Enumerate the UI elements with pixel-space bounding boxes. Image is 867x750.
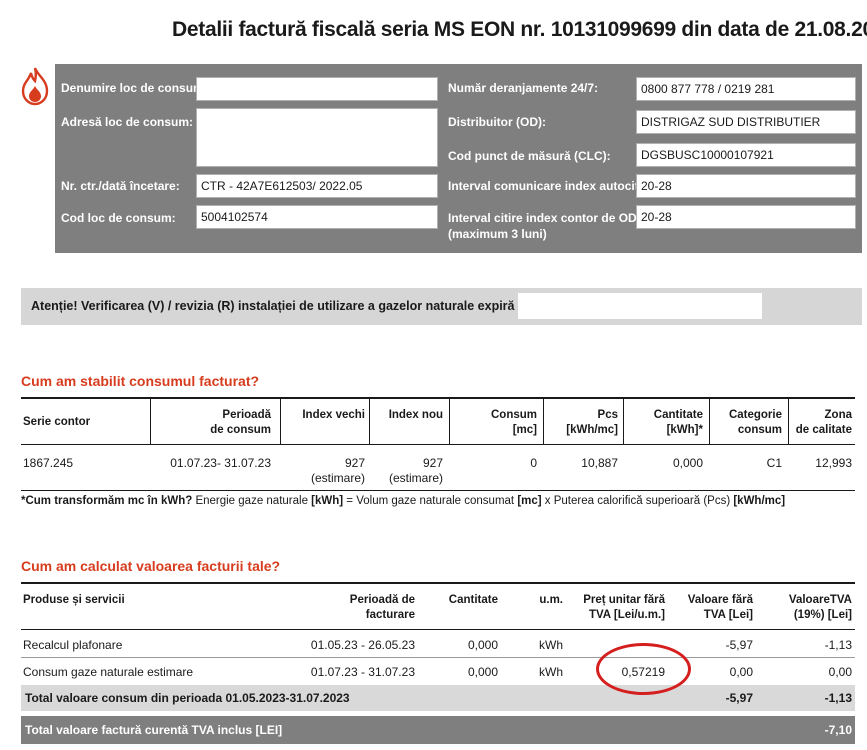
col-header-products: Produse și servicii [23,594,125,606]
column-separator [280,397,281,444]
value-cell: -5,97 [725,638,753,652]
table-top-rule [21,397,855,399]
quantity-cell: 0,000 [672,456,703,470]
info-label: Număr deranjamente 24/7: [448,81,599,95]
invoice-total-row: Total valoare factură curentă TVA inclus… [21,716,855,744]
page-title: Detalii factură fiscală seria MS EON nr.… [172,18,867,41]
vat-cell: 0,00 [828,665,852,679]
consumption-place-code-field: 5004102574 [196,205,438,229]
consumption-place-name-field [196,77,438,101]
old-index-cell: 927 [344,456,365,470]
quantity-cell: 0,000 [467,665,498,679]
info-label: Interval comunicare index autocitit: [448,179,651,193]
col-header-quantity: Cantitate [448,594,498,606]
column-separator [623,397,624,444]
contract-number-field: CTR - 42A7E612503/ 2022.05 [196,174,438,198]
col-header-pcs: Pcs [kWh/mc] [566,409,618,436]
column-separator [369,397,370,444]
pcs-cell: 10,887 [581,456,618,470]
col-header-vat: ValoareTVA (19%) [Lei] [788,594,852,621]
col-header-category: Categorie consum [728,409,782,436]
info-label: (maximum 3 luni) [448,227,547,241]
quantity-cell: 0,000 [467,638,498,652]
self-reading-interval-field: 20-28 [636,174,856,198]
col-header-quality-zone: Zona de calitate [795,409,852,436]
column-separator [709,397,710,444]
attention-text: Atenție! Verificarea (V) / revizia (R) i… [31,299,529,313]
invoice-total-value: -7,10 [824,723,852,737]
info-label: Cod loc de consum: [61,211,176,225]
info-label: Interval citire index contor de OD: [448,211,641,225]
col-header-value: Valoare fără TVA [Lei] [687,594,753,621]
col-header-billing-period: Perioadă de facturare [349,594,415,621]
invoice-total-label: Total valoare factură curentă TVA inclus… [25,723,283,737]
vat-cell: -1,13 [824,638,852,652]
column-separator [150,397,151,444]
total-consumption-vat: -1,13 [824,691,852,705]
flame-icon [21,67,49,106]
consumption-section-title: Cum am stabilit consumul facturat? [21,373,260,389]
header-rule [21,629,855,630]
period-cell: 01.07.23- 31.07.23 [170,456,271,470]
info-label: Cod punct de măsură (CLC): [448,149,611,163]
col-header-period: Perioadă de consum [210,409,271,436]
row-rule [21,657,855,658]
product-cell: Recalcul plafonare [23,638,123,652]
col-header-old-index: Index vechi [302,409,365,421]
col-header-unit-price: Preț unitar fără TVA [Lei/u.m.] [583,594,665,621]
price-highlight-circle [596,643,691,695]
table-bottom-rule [21,490,855,491]
unit-cell: kWh [539,665,563,679]
measurement-point-code-field: DGSBUSC10000107921 [636,143,856,167]
unit-cell: kWh [539,638,563,652]
attention-banner: Atenție! Verificarea (V) / revizia (R) i… [21,288,862,325]
meter-reading-interval-field: 20-28 [636,205,856,229]
col-header-meter-series: Serie contor [23,416,91,428]
header-rule [21,444,855,445]
consumption-place-address-field [196,108,438,167]
new-index-cell: 927 [422,456,443,470]
col-header-unit: u.m. [539,594,563,606]
category-cell: C1 [766,456,782,470]
col-header-new-index: Index nou [388,409,443,421]
info-label: Denumire loc de consum: [61,81,208,95]
quality-zone-cell: 12,993 [815,456,852,470]
billing-period-cell: 01.07.23 - 31.07.23 [310,665,415,679]
column-separator [543,397,544,444]
info-label: Nr. ctr./dată încetare: [61,179,180,193]
total-consumption-value: -5,97 [725,691,753,705]
meter-series-cell: 1867.245 [23,456,74,470]
col-header-consumption: Consum [mc] [491,409,537,436]
info-label: Distribuitor (OD): [448,115,546,129]
emergency-number-field: 0800 877 778 / 0219 281 [636,77,856,101]
distributor-field: DISTRIGAZ SUD DISTRIBUTIER [636,110,856,134]
product-cell: Consum gaze naturale estimare [23,665,194,679]
consumption-cell: 0 [530,456,537,470]
billing-period-cell: 01.05.23 - 26.05.23 [310,638,415,652]
expiry-date-field [518,293,762,319]
total-consumption-label: Total valoare consum din perioada 01.05.… [25,691,350,705]
column-separator [788,397,789,444]
new-index-note: (estimare) [388,471,443,485]
old-index-note: (estimare) [310,471,365,485]
conversion-note: *Cum transformăm mc în kWh? Energie gaze… [21,495,786,507]
info-label: Adresă loc de consum: [61,115,194,129]
invoice-section-title: Cum am calculat valoarea facturii tale? [21,558,281,574]
table-top-rule [21,582,855,584]
consumption-place-info: Denumire loc de consum: Adresă loc de co… [55,64,862,253]
total-consumption-row: Total valoare consum din perioada 01.05.… [21,685,855,711]
column-separator [449,397,450,444]
col-header-quantity: Cantitate [kWh]* [653,409,703,436]
